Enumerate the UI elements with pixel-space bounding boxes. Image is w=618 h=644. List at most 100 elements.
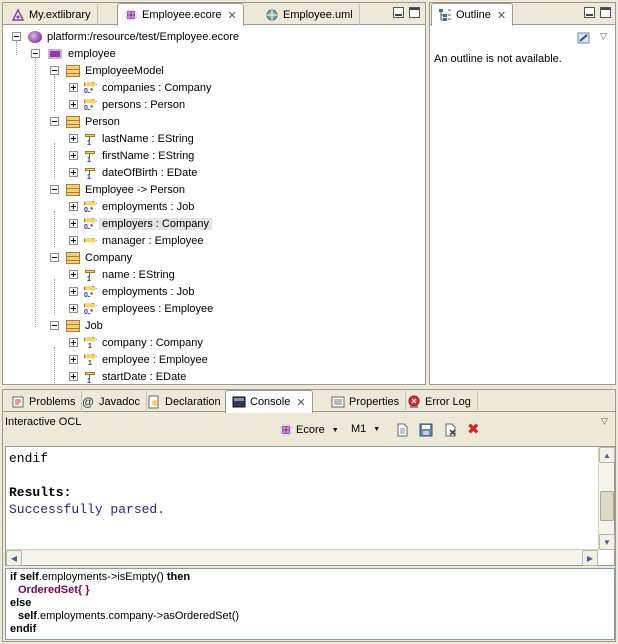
tree-item-feature[interactable]: 0..* companies : Company <box>69 79 211 96</box>
tab-label: Javadoc <box>99 395 140 408</box>
expand-icon[interactable] <box>69 219 78 228</box>
ocl-input[interactable]: if self.employments->isEmpty() then Orde… <box>5 568 615 640</box>
results-message: Successfully parsed. <box>9 502 166 517</box>
terminate-icon[interactable]: ✖ <box>467 422 480 437</box>
tree-item-class[interactable]: Person <box>50 113 120 130</box>
collapse-icon[interactable] <box>31 49 40 58</box>
tree-item-feature[interactable]: manager : Employee <box>69 232 204 249</box>
document-icon[interactable] <box>395 423 409 440</box>
collapse-icon[interactable] <box>12 32 21 41</box>
view-menu-icon[interactable]: ▽ <box>601 416 608 427</box>
maximize-button[interactable] <box>600 7 611 18</box>
collapse-icon[interactable] <box>50 321 59 330</box>
minimize-button[interactable] <box>584 7 595 18</box>
horizontal-scrollbar[interactable]: ◀ ▶ <box>6 549 598 566</box>
declaration-icon <box>147 395 161 409</box>
expand-icon[interactable] <box>69 355 78 364</box>
collapse-icon[interactable] <box>50 66 59 75</box>
outline-action-icon[interactable] <box>576 30 592 46</box>
outline-view: Outline ✕ ▽ An outline is not available. <box>429 2 616 385</box>
console-title: Interactive OCL <box>5 416 82 428</box>
chevron-down-icon: ▼ <box>331 426 339 434</box>
expand-icon[interactable] <box>69 236 78 245</box>
tree-item-class[interactable]: EmployeeModel <box>50 62 164 79</box>
scroll-thumb[interactable] <box>600 491 614 521</box>
tab-properties[interactable]: Properties <box>325 391 407 412</box>
tree-item-resource[interactable]: platform:/resource/test/Employee.ecore <box>12 28 239 45</box>
bottom-tabbar: Problems @ Javadoc Declaration Console ✕… <box>3 390 615 413</box>
tab-employee-ecore[interactable]: Employee.ecore ✕ <box>117 3 244 26</box>
close-icon[interactable]: ✕ <box>228 9 237 22</box>
tree-item-feature[interactable]: 0..* employments : Job <box>69 283 194 300</box>
close-icon[interactable]: ✕ <box>296 396 305 409</box>
package-icon <box>48 48 62 59</box>
close-icon[interactable]: ✕ <box>497 9 506 22</box>
expand-icon[interactable] <box>69 202 78 211</box>
tree-item-class[interactable]: Company <box>50 249 132 266</box>
tree-item-feature[interactable]: 1 firstName : EString <box>69 147 194 164</box>
tab-label: Console <box>250 396 291 408</box>
outline-icon <box>438 8 452 22</box>
collapse-icon[interactable] <box>50 253 59 262</box>
expand-icon[interactable] <box>69 151 78 160</box>
scroll-left-button[interactable]: ◀ <box>6 550 22 566</box>
save-icon[interactable] <box>419 423 433 440</box>
scroll-down-button[interactable]: ▼ <box>599 534 615 550</box>
tree-item-feature[interactable]: 1 name : EString <box>69 266 175 283</box>
tree-item-class[interactable]: Job <box>50 317 103 334</box>
expand-icon[interactable] <box>69 287 78 296</box>
tree-item-class[interactable]: Employee -> Person <box>50 181 185 198</box>
tree-item-feature[interactable]: 1 employee : Employee <box>69 351 208 368</box>
tree-item-feature[interactable]: 0..* persons : Person <box>69 96 185 113</box>
view-menu-icon[interactable]: ▽ <box>600 31 607 42</box>
tab-error-log[interactable]: Error Log <box>401 391 478 412</box>
collapse-icon[interactable] <box>50 117 59 126</box>
collapse-icon[interactable] <box>50 185 59 194</box>
attribute-icon: 1 <box>84 370 98 385</box>
tab-label: Error Log <box>425 395 471 408</box>
attribute-icon: 1 <box>84 149 98 164</box>
tab-console[interactable]: Console ✕ <box>225 390 313 413</box>
tree-item-feature[interactable]: 0..* employments : Job <box>69 198 194 215</box>
tab-my-extlibrary[interactable]: My.extlibrary <box>5 4 98 25</box>
expand-icon[interactable] <box>69 270 78 279</box>
tab-label: Employee.uml <box>283 8 353 21</box>
tree-item-feature[interactable]: 1 lastName : EString <box>69 130 194 147</box>
results-label: Results: <box>9 485 72 500</box>
tab-employee-uml[interactable]: Employee.uml <box>259 4 360 25</box>
level-selector[interactable]: M1 ▼ <box>351 423 380 435</box>
minimize-button[interactable] <box>393 7 404 18</box>
tab-problems[interactable]: Problems <box>5 391 83 412</box>
tree-item-feature[interactable]: 1 company : Company <box>69 334 203 351</box>
vertical-scrollbar[interactable]: ▲ ▼ <box>598 447 615 550</box>
ecore-icon <box>124 8 138 22</box>
tab-outline[interactable]: Outline ✕ <box>431 3 514 26</box>
expand-icon[interactable] <box>69 338 78 347</box>
reference-icon: 0..* <box>84 81 98 95</box>
error-log-icon <box>407 395 421 409</box>
expand-icon[interactable] <box>69 134 78 143</box>
metamodel-selector[interactable]: Ecore ▼ <box>279 423 339 437</box>
maximize-button[interactable] <box>409 7 420 18</box>
tab-javadoc[interactable]: @ Javadoc <box>75 391 147 412</box>
tree-item-feature[interactable]: 0..* employees : Employee <box>69 300 213 317</box>
clear-console-icon[interactable] <box>443 423 457 440</box>
tree-item-feature-selected[interactable]: 0..* employers : Company <box>69 215 212 232</box>
tab-label: Outline <box>456 9 491 21</box>
tab-label: Problems <box>29 395 76 408</box>
tree-item-feature[interactable]: 1 startDate : EDate <box>69 368 186 385</box>
expand-icon[interactable] <box>69 168 78 177</box>
tree-item-feature[interactable]: 1 dateOfBirth : EDate <box>69 164 197 181</box>
input-line-5: endif <box>10 623 37 635</box>
expand-icon[interactable] <box>69 372 78 381</box>
reference-icon: 0..* <box>84 302 98 316</box>
scroll-up-button[interactable]: ▲ <box>599 447 615 463</box>
scroll-right-button[interactable]: ▶ <box>582 550 598 566</box>
tab-declaration[interactable]: Declaration <box>141 391 228 412</box>
expand-icon[interactable] <box>69 100 78 109</box>
expand-icon[interactable] <box>69 83 78 92</box>
editor-view: My.extlibrary Employee.ecore ✕ Employee.… <box>2 2 426 385</box>
console-icon <box>232 395 246 409</box>
expand-icon[interactable] <box>69 304 78 313</box>
tree-item-package[interactable]: employee <box>31 45 116 62</box>
